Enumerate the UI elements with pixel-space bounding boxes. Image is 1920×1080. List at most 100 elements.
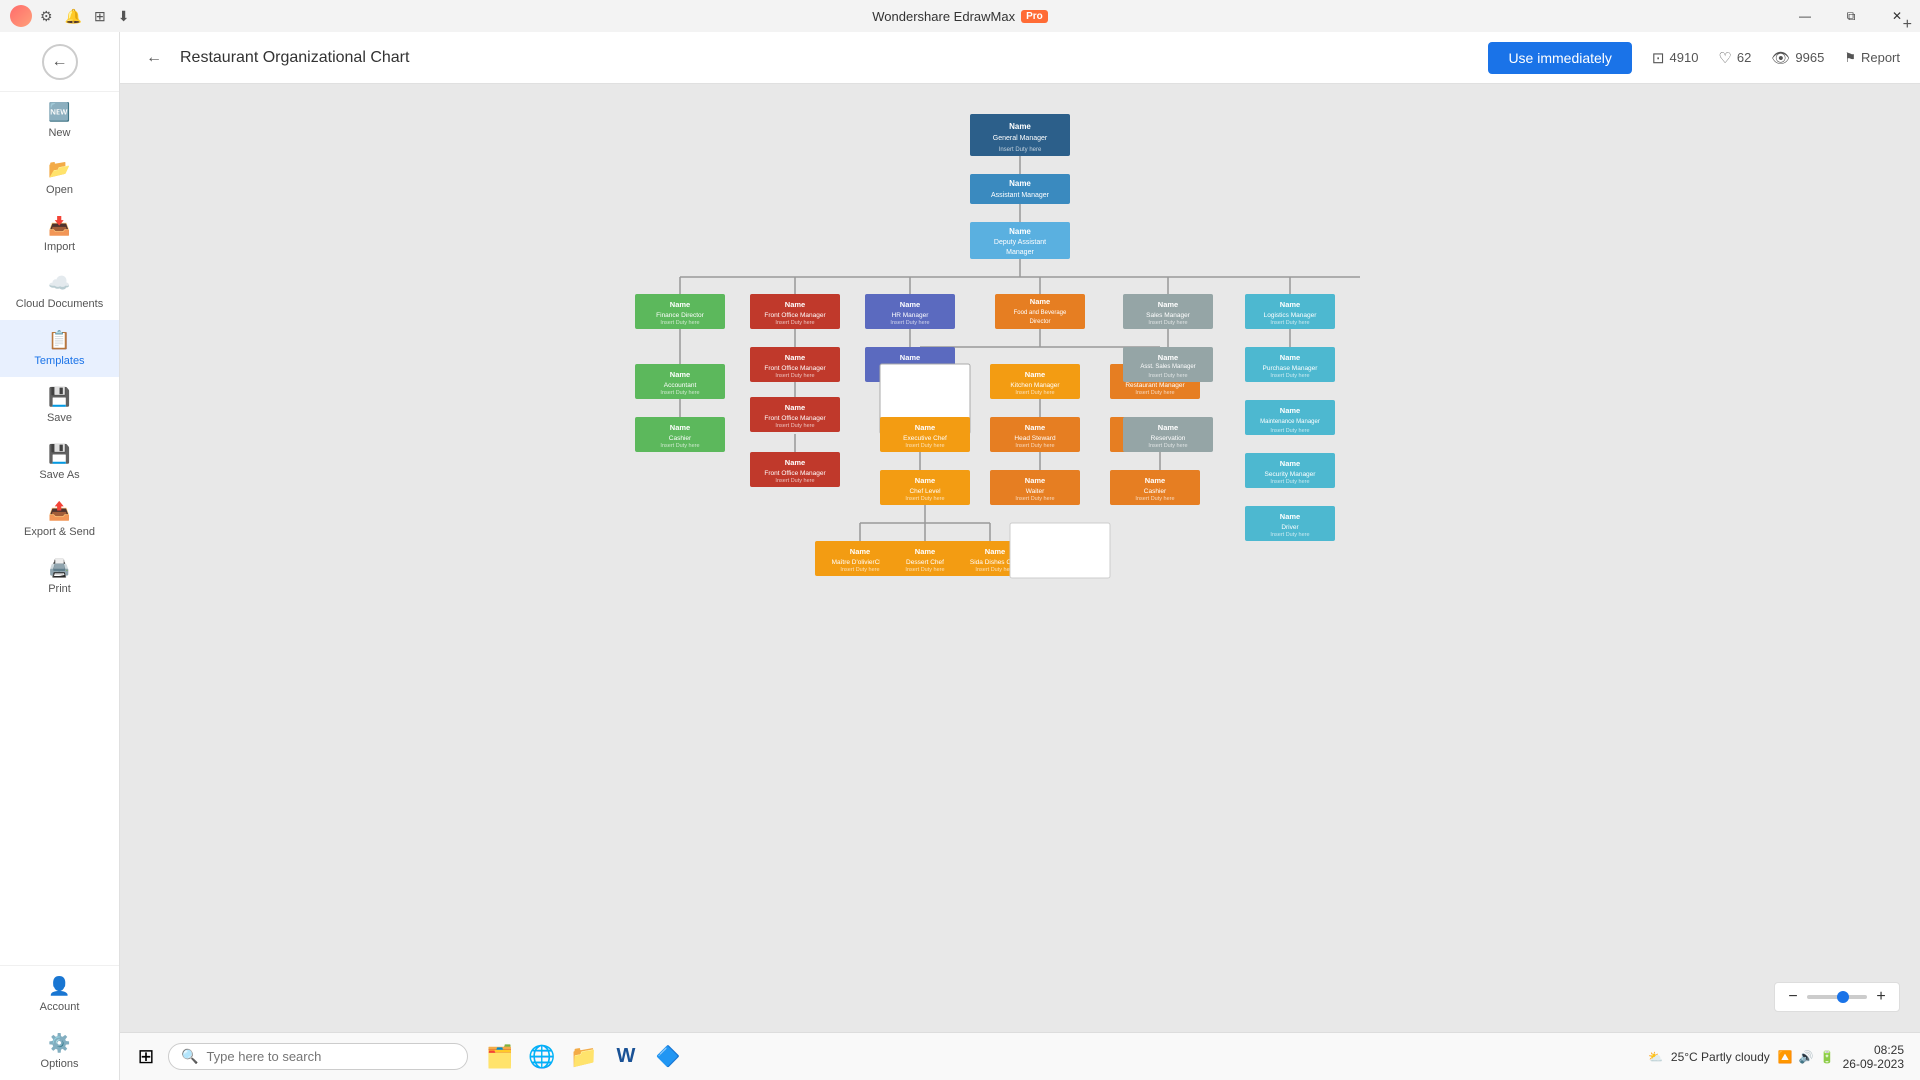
chart-canvas[interactable]: Name General Manager Insert Duty here Na…: [120, 84, 1920, 1032]
svg-text:Front Office Manager: Front Office Manager: [764, 470, 826, 477]
title-bar-left: ⚙ 🔔 ⊞ ⬇: [10, 5, 129, 27]
bell-icon[interactable]: 🔔: [65, 8, 82, 25]
zoom-in-btn[interactable]: +: [1871, 987, 1891, 1007]
svg-text:Insert Duty here: Insert Duty here: [905, 496, 944, 502]
svg-text:Name: Name: [1009, 122, 1031, 131]
svg-text:Finance Director: Finance Director: [656, 312, 705, 319]
taskbar-app-browser[interactable]: 🌐: [522, 1037, 562, 1077]
svg-text:Name: Name: [785, 300, 805, 309]
download-icon[interactable]: ⬇: [118, 8, 130, 25]
svg-text:Sales Manager: Sales Manager: [1146, 312, 1191, 319]
views-stat: 👁 9965: [1771, 49, 1824, 67]
svg-text:Front Office Manager: Front Office Manager: [764, 415, 826, 422]
save-icon: 💾: [48, 387, 70, 408]
svg-text:Asst. Sales Manager: Asst. Sales Manager: [1140, 364, 1195, 370]
svg-text:Manager: Manager: [1006, 249, 1034, 256]
title-bar: ⚙ 🔔 ⊞ ⬇ Wondershare EdrawMax Pro — ⧉ ✕: [0, 0, 1920, 32]
svg-text:Logistics Manager: Logistics Manager: [1264, 312, 1318, 319]
svg-text:Name: Name: [900, 300, 920, 309]
svg-text:Name: Name: [1145, 476, 1165, 485]
app-title: Wondershare EdrawMax Pro: [872, 9, 1048, 24]
svg-text:Name: Name: [670, 300, 690, 309]
import-icon: 📥: [48, 216, 70, 237]
svg-text:Director: Director: [1029, 319, 1050, 325]
account-icon: 👤: [48, 976, 70, 997]
svg-text:Dessert Chef: Dessert Chef: [906, 559, 944, 566]
sidebar-item-account[interactable]: 👤 Account: [0, 966, 119, 1023]
sidebar-item-templates[interactable]: 📋 Templates: [0, 320, 119, 377]
sidebar-item-open[interactable]: 📂 Open: [0, 149, 119, 206]
zoom-controls: − +: [1774, 982, 1900, 1012]
sidebar-item-new[interactable]: 🆕 New +: [0, 92, 119, 149]
svg-text:Insert Duty here: Insert Duty here: [905, 443, 944, 449]
zoom-thumb: [1837, 991, 1849, 1003]
svg-text:Assistant Manager: Assistant Manager: [991, 192, 1050, 199]
user-avatar: [10, 5, 32, 27]
svg-text:Name: Name: [670, 370, 690, 379]
close-btn[interactable]: ✕: [1874, 0, 1920, 32]
word-icon: W: [617, 1045, 636, 1068]
svg-text:Food and Beverage: Food and Beverage: [1014, 310, 1067, 316]
svg-text:Insert Duty here: Insert Duty here: [1135, 390, 1174, 396]
svg-text:Insert Duty here: Insert Duty here: [1270, 479, 1309, 485]
svg-text:Insert Duty here: Insert Duty here: [1148, 373, 1187, 379]
svg-text:Name: Name: [1030, 297, 1050, 306]
sidebar-item-saveas[interactable]: 💾 Save As: [0, 434, 119, 491]
svg-text:Insert Duty here: Insert Duty here: [999, 147, 1042, 153]
content-area: ← Restaurant Organizational Chart Use im…: [120, 32, 1920, 1080]
svg-text:Insert Duty here: Insert Duty here: [975, 567, 1014, 573]
start-btn[interactable]: ⊞: [128, 1039, 164, 1075]
svg-text:Front Office Manager: Front Office Manager: [764, 312, 826, 319]
svg-text:Insert Duty here: Insert Duty here: [1015, 390, 1054, 396]
taskbar-apps: 🗂️ 🌐 📁 W 🔷: [480, 1037, 688, 1077]
sidebar-item-cloud[interactable]: ☁️ Cloud Documents: [0, 263, 119, 320]
taskbar-app-edraw[interactable]: 🔷: [648, 1037, 688, 1077]
svg-text:Insert Duty here: Insert Duty here: [775, 478, 814, 484]
open-icon: 📂: [48, 159, 70, 180]
windows-icon: ⊞: [138, 1044, 155, 1069]
chart-title: Restaurant Organizational Chart: [180, 49, 1476, 67]
header-actions: Use immediately ⊡ 4910 ♡ 62 👁 9965 ⚑ Rep…: [1488, 42, 1900, 74]
zoom-slider[interactable]: [1807, 995, 1867, 999]
tray-icons: 🔼 🔊 🔋: [1778, 1050, 1835, 1064]
svg-text:Name: Name: [785, 353, 805, 362]
svg-text:Insert Duty here: Insert Duty here: [905, 567, 944, 573]
svg-text:Name: Name: [785, 458, 805, 467]
svg-text:Reservation: Reservation: [1151, 435, 1186, 442]
svg-text:Name: Name: [900, 353, 920, 362]
cloud-icon: ☁️: [48, 273, 70, 294]
new-icon: 🆕: [48, 102, 70, 123]
svg-text:Name: Name: [1009, 179, 1031, 188]
apps-icon[interactable]: ⊞: [94, 8, 106, 25]
header-back-btn[interactable]: ←: [140, 44, 168, 72]
svg-text:Head Steward: Head Steward: [1014, 435, 1056, 442]
options-icon: ⚙️: [48, 1033, 70, 1054]
taskbar-app-widgets[interactable]: 🗂️: [480, 1037, 520, 1077]
use-immediately-btn[interactable]: Use immediately: [1488, 42, 1631, 74]
sidebar-item-save[interactable]: 💾 Save: [0, 377, 119, 434]
svg-text:Name: Name: [1280, 300, 1300, 309]
report-btn[interactable]: ⚑ Report: [1844, 50, 1900, 66]
templates-icon: 📋: [48, 330, 70, 351]
sidebar-back-btn[interactable]: ←: [0, 32, 119, 92]
taskbar-search[interactable]: 🔍: [168, 1043, 468, 1070]
zoom-out-btn[interactable]: −: [1783, 987, 1803, 1007]
svg-text:Insert Duty here: Insert Duty here: [1148, 320, 1187, 326]
maximize-btn[interactable]: ⧉: [1828, 0, 1874, 32]
sidebar-item-import[interactable]: 📥 Import: [0, 206, 119, 263]
settings-icon[interactable]: ⚙: [40, 8, 53, 25]
minimize-btn[interactable]: —: [1782, 0, 1828, 32]
taskbar-app-word[interactable]: W: [606, 1037, 646, 1077]
new-plus-icon: +: [1903, 32, 1912, 34]
sidebar-item-options[interactable]: ⚙️ Options: [0, 1023, 119, 1080]
svg-text:Name: Name: [1280, 353, 1300, 362]
print-icon: 🖨️: [48, 558, 70, 579]
svg-text:Restaurant Manager: Restaurant Manager: [1125, 382, 1185, 389]
sidebar-bottom: 👤 Account ⚙️ Options: [0, 965, 119, 1080]
search-input[interactable]: [206, 1049, 426, 1064]
sidebar-item-print[interactable]: 🖨️ Print: [0, 548, 119, 605]
sidebar-item-export[interactable]: 📤 Export & Send: [0, 491, 119, 548]
svg-text:Insert Duty here: Insert Duty here: [775, 320, 814, 326]
taskbar-app-explorer[interactable]: 📁: [564, 1037, 604, 1077]
svg-text:Insert Duty here: Insert Duty here: [660, 320, 699, 326]
